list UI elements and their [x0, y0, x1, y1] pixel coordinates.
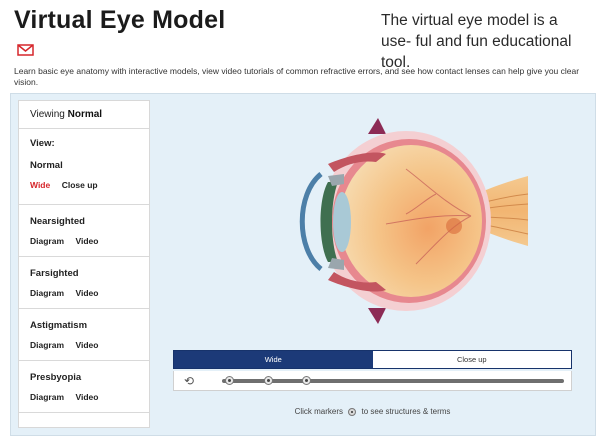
presbyopia-video-link[interactable]: Video — [75, 392, 98, 402]
viewing-label: Viewing — [30, 109, 65, 120]
section-nearsighted: Nearsighted Diagram Video — [19, 205, 149, 257]
eye-illustration[interactable] — [266, 114, 576, 326]
hint-text-before: Click markers — [294, 407, 344, 416]
marker-3[interactable] — [302, 376, 311, 385]
section-name: Astigmatism — [30, 320, 88, 331]
mail-icon[interactable] — [17, 44, 34, 56]
section-farsighted: Farsighted Diagram Video — [19, 257, 149, 309]
viewing-status: Viewing Normal — [19, 101, 149, 129]
hint-text: Click markers to see structures & terms — [173, 407, 572, 416]
tab-close-up[interactable]: Close up — [372, 351, 571, 368]
section-astigmatism: Astigmatism Diagram Video — [19, 309, 149, 361]
eye-model-panel: Viewing Normal View: Normal Wide Close u… — [10, 93, 596, 436]
nearsighted-video-link[interactable]: Video — [75, 236, 98, 246]
slider-row: ⟲ — [173, 371, 572, 391]
section-name: Nearsighted — [30, 216, 85, 227]
figure-caption: The virtual eye model is a use- ful and … — [381, 12, 572, 71]
view-tabs: Wide Close up — [173, 350, 572, 369]
normal-wide-link[interactable]: Wide — [30, 180, 50, 190]
section-presbyopia: Presbyopia Diagram Video — [19, 361, 149, 413]
tab-wide[interactable]: Wide — [174, 351, 373, 368]
view-sidebar: Viewing Normal View: Normal Wide Close u… — [18, 100, 150, 428]
presbyopia-diagram-link[interactable]: Diagram — [30, 392, 64, 402]
section-name: Normal — [30, 160, 63, 171]
marker-1[interactable] — [225, 376, 234, 385]
viewing-value: Normal — [67, 109, 103, 120]
astigmatism-video-link[interactable]: Video — [75, 340, 98, 350]
rotate-icon[interactable]: ⟲ — [184, 374, 194, 388]
intro-text: Learn basic eye anatomy with interactive… — [14, 66, 580, 87]
marker-2[interactable] — [264, 376, 273, 385]
hint-text-after: to see structures & terms — [361, 407, 451, 416]
astigmatism-diagram-link[interactable]: Diagram — [30, 340, 64, 350]
section-normal: Normal Wide Close up — [19, 149, 149, 205]
section-name: Presbyopia — [30, 372, 82, 383]
page-title: Virtual Eye Model — [14, 6, 226, 34]
normal-closeup-link[interactable]: Close up — [62, 180, 98, 190]
marker-legend-icon — [348, 407, 357, 416]
farsighted-diagram-link[interactable]: Diagram — [30, 288, 64, 298]
view-label: View: — [30, 138, 55, 149]
nearsighted-diagram-link[interactable]: Diagram — [30, 236, 64, 246]
view-slider[interactable] — [222, 376, 564, 385]
section-name: Farsighted — [30, 268, 79, 279]
farsighted-video-link[interactable]: Video — [75, 288, 98, 298]
